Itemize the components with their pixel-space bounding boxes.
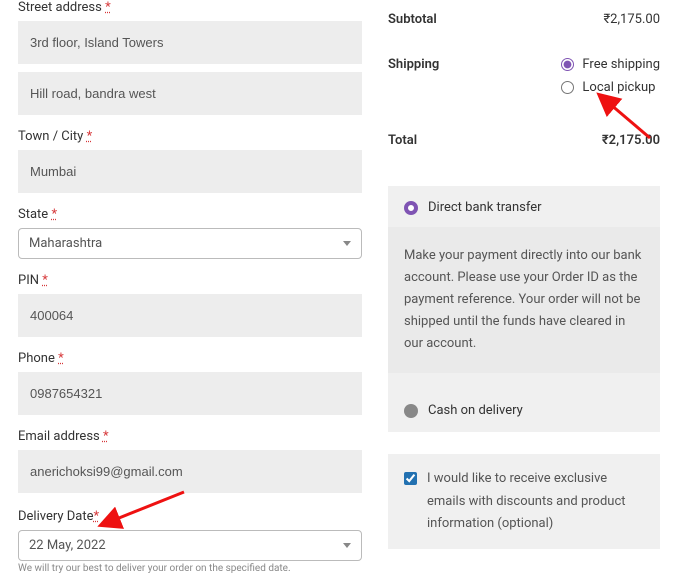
- required-mark: *: [94, 509, 100, 524]
- city-input[interactable]: [18, 150, 362, 193]
- shipping-pickup-label: Local pickup: [582, 80, 655, 95]
- street2-field: [18, 72, 362, 115]
- consent-box: I would like to receive exclusive emails…: [388, 454, 660, 548]
- subtotal-value: ₹2,175.00: [603, 12, 660, 27]
- shipping-free-label: Free shipping: [582, 57, 660, 72]
- payment-cod-option[interactable]: Cash on delivery: [404, 403, 644, 418]
- city-field: Town / City *: [18, 129, 362, 193]
- subtotal-row: Subtotal ₹2,175.00: [388, 0, 660, 39]
- total-row: Total ₹2,175.00: [388, 115, 660, 160]
- chevron-down-icon: [343, 241, 351, 246]
- delivery-label: Delivery Date*: [18, 509, 362, 524]
- shipping-row: Shipping Free shipping Local pickup: [388, 39, 660, 115]
- state-value: Maharashtra: [29, 236, 102, 251]
- required-mark: *: [58, 351, 64, 366]
- state-select[interactable]: Maharashtra: [18, 228, 362, 259]
- payment-bank-box: Direct bank transfer Make your payment d…: [388, 186, 660, 432]
- radio-selected-icon: [404, 201, 418, 215]
- shipping-free-radio[interactable]: [561, 58, 574, 71]
- required-mark: *: [87, 129, 93, 144]
- city-label: Town / City *: [18, 129, 362, 144]
- consent-text: I would like to receive exclusive emails…: [427, 468, 644, 534]
- total-label: Total: [388, 133, 417, 148]
- billing-form: Street address * Town / City * State * M…: [0, 0, 380, 582]
- required-mark: *: [42, 273, 48, 288]
- phone-input[interactable]: [18, 372, 362, 415]
- payment-cod-label: Cash on delivery: [428, 403, 523, 418]
- subtotal-label: Subtotal: [388, 12, 437, 27]
- state-label: State *: [18, 207, 362, 222]
- required-mark: *: [105, 0, 111, 15]
- state-field: State * Maharashtra: [18, 207, 362, 259]
- phone-field: Phone *: [18, 351, 362, 415]
- chevron-down-icon: [343, 543, 351, 548]
- pin-field: PIN *: [18, 273, 362, 337]
- shipping-free-option[interactable]: Free shipping: [561, 57, 660, 72]
- pin-label: PIN *: [18, 273, 362, 288]
- shipping-label: Shipping: [388, 57, 439, 72]
- payment-bank-label: Direct bank transfer: [428, 200, 542, 215]
- payment-bank-desc: Make your payment directly into our bank…: [388, 227, 660, 373]
- required-mark: *: [51, 207, 57, 222]
- email-input[interactable]: [18, 450, 362, 493]
- email-label: Email address *: [18, 429, 362, 444]
- pin-input[interactable]: [18, 294, 362, 337]
- required-mark: *: [103, 429, 109, 444]
- street-line1-input[interactable]: [18, 21, 362, 64]
- street-line2-input[interactable]: [18, 72, 362, 115]
- street-label: Street address *: [18, 0, 362, 15]
- shipping-pickup-option[interactable]: Local pickup: [561, 80, 660, 95]
- delivery-field: Delivery Date* 22 May, 2022 We will try …: [18, 509, 362, 574]
- street-field: Street address *: [18, 0, 362, 64]
- delivery-hint: We will try our best to deliver your ord…: [18, 563, 362, 574]
- delivery-date-value: 22 May, 2022: [29, 538, 106, 553]
- payment-bank-option[interactable]: Direct bank transfer: [404, 200, 644, 215]
- order-summary: Subtotal ₹2,175.00 Shipping Free shippin…: [380, 0, 678, 582]
- total-value: ₹2,175.00: [602, 133, 660, 148]
- shipping-pickup-radio[interactable]: [561, 81, 574, 94]
- email-field: Email address *: [18, 429, 362, 493]
- phone-label: Phone *: [18, 351, 362, 366]
- radio-unselected-icon: [404, 404, 418, 418]
- shipping-options: Free shipping Local pickup: [561, 57, 660, 103]
- consent-checkbox[interactable]: [404, 472, 417, 485]
- delivery-date-select[interactable]: 22 May, 2022: [18, 530, 362, 561]
